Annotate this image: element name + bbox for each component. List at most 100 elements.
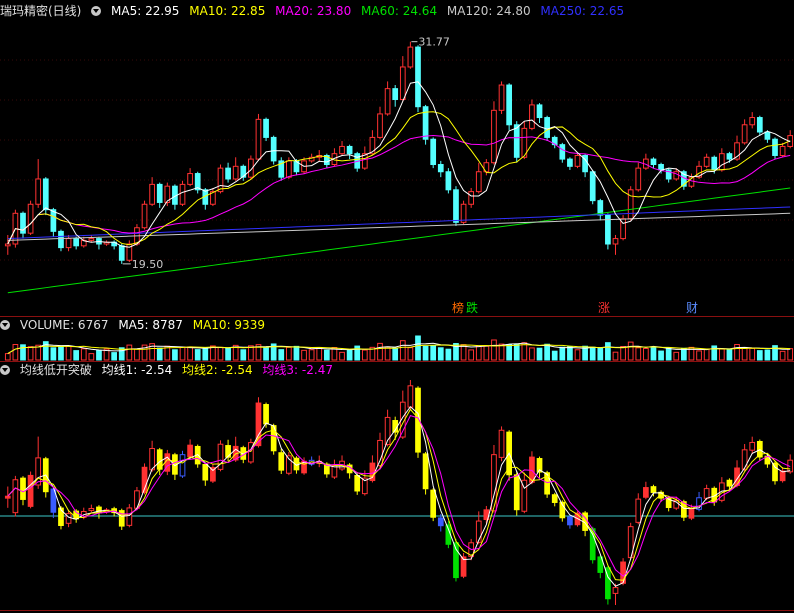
volume-bar: [529, 347, 535, 361]
candle-body: [437, 164, 444, 173]
volume-bar: [50, 347, 57, 361]
volume-bar: [156, 347, 163, 361]
volume-bar: [559, 346, 566, 361]
candle-body: [544, 117, 550, 138]
tag-finance[interactable]: 财: [686, 301, 698, 315]
indicator-label: 均线低开突破: [19, 363, 92, 377]
indicator-body: [589, 528, 596, 561]
candle-body: [673, 171, 680, 180]
indicator-body: [772, 462, 778, 482]
candle-body: [217, 167, 224, 193]
volume-bar: [384, 346, 391, 361]
volume-bar: [65, 345, 72, 361]
volume-bar: [134, 348, 140, 361]
high-annotation: 31.77: [418, 36, 450, 49]
candle-body: [772, 138, 778, 156]
volume-bar: [339, 351, 345, 361]
volume-bar: [316, 347, 323, 361]
volume-bar: [605, 342, 611, 361]
candle-body: [650, 158, 657, 166]
low-annotation: 19.50: [132, 258, 164, 271]
indicator-header: 均线低开突破 均线1: -2.54 均线2: -2.54 均线3: -2.47: [0, 362, 339, 378]
volume-bar: [658, 350, 664, 361]
candle-body: [491, 109, 497, 164]
candle-body: [141, 203, 148, 229]
volume-bar: [20, 344, 26, 361]
candle-body: [156, 183, 163, 203]
ma120-label: MA120: 24.80: [446, 4, 531, 18]
volume-bar: [111, 352, 117, 361]
indicator-body: [726, 479, 733, 487]
volume-bar: [544, 343, 550, 361]
indicator-body: [749, 441, 756, 451]
indicator-body: [12, 479, 19, 514]
candle-body: [50, 209, 57, 232]
volume-bar: [96, 349, 102, 361]
volume-bar: [225, 347, 231, 361]
candle-body: [741, 124, 748, 144]
dropdown-circle-icon[interactable]: [91, 6, 102, 16]
indicator-body: [498, 429, 505, 458]
volume-bar: [643, 347, 649, 361]
candle-body: [58, 230, 64, 249]
indicator-body: [741, 449, 748, 470]
volume-dropdown-icon[interactable]: [0, 320, 10, 330]
candle-body: [574, 154, 581, 167]
indicator-line2-label: 均线2: -2.54: [182, 363, 253, 377]
indicator-body: [27, 474, 34, 507]
indicator-body: [263, 404, 269, 425]
candle-body: [73, 238, 80, 247]
candle-body: [4, 243, 11, 247]
indicator-body: [643, 487, 649, 498]
tag-rank[interactable]: 榜: [452, 301, 464, 315]
indicator-body: [255, 402, 262, 447]
volume-bar: [392, 347, 399, 361]
volume-bar: [354, 345, 361, 361]
candle-body: [536, 104, 543, 119]
chart-stage[interactable]: 31.77 19.50 瑞玛精密(日线) MA5: 22.95 MA10: 22.…: [0, 0, 794, 613]
candle-body: [506, 84, 512, 126]
volume-bar: [80, 348, 87, 361]
chart-canvas[interactable]: 31.77 19.50: [0, 0, 794, 613]
volume-bar: [437, 347, 444, 361]
ma60-line: [7, 187, 791, 294]
indicator-line3-label: 均线3: -2.47: [262, 363, 333, 377]
volume-header: VOLUME: 6767 MA5: 8787 MA10: 9339: [0, 317, 271, 333]
volume-bar: [468, 349, 475, 361]
indicator-line2: [7, 408, 791, 581]
volume-bar: [263, 347, 269, 361]
candle-body: [384, 88, 391, 115]
volume-bar: [513, 343, 520, 361]
volume-bar: [491, 339, 497, 361]
volume-bar: [172, 349, 178, 361]
candle-body: [498, 84, 505, 111]
volume-bar: [323, 349, 330, 361]
ma20-line: [7, 135, 791, 245]
indicator-body: [430, 489, 437, 518]
candle-body: [65, 238, 72, 249]
volume-ma5-label: MA5: 8787: [118, 318, 183, 332]
tag-rise[interactable]: 涨: [598, 301, 610, 315]
indicator-body: [612, 587, 619, 594]
volume-bar: [506, 344, 512, 361]
volume-bar: [407, 347, 414, 361]
volume-label: VOLUME: 6767: [19, 318, 109, 332]
indicator-body: [179, 454, 186, 477]
candle-body: [346, 145, 353, 155]
volume-bar: [498, 343, 505, 361]
candle-body: [88, 238, 95, 241]
volume-bar: [217, 346, 224, 361]
volume-bar: [73, 350, 80, 361]
volume-bar: [536, 347, 543, 361]
candle-body: [27, 203, 34, 234]
tag-fall[interactable]: 跌: [466, 301, 478, 315]
candle-body: [286, 160, 292, 178]
candle-body: [475, 171, 482, 193]
candle-body: [718, 153, 725, 171]
ma10-line: [7, 111, 791, 246]
volume-bar: [194, 349, 201, 361]
volume-bar: [126, 344, 133, 361]
volume-bar: [665, 347, 672, 361]
indicator-dropdown-icon[interactable]: [0, 365, 10, 375]
volume-bar: [741, 347, 748, 361]
